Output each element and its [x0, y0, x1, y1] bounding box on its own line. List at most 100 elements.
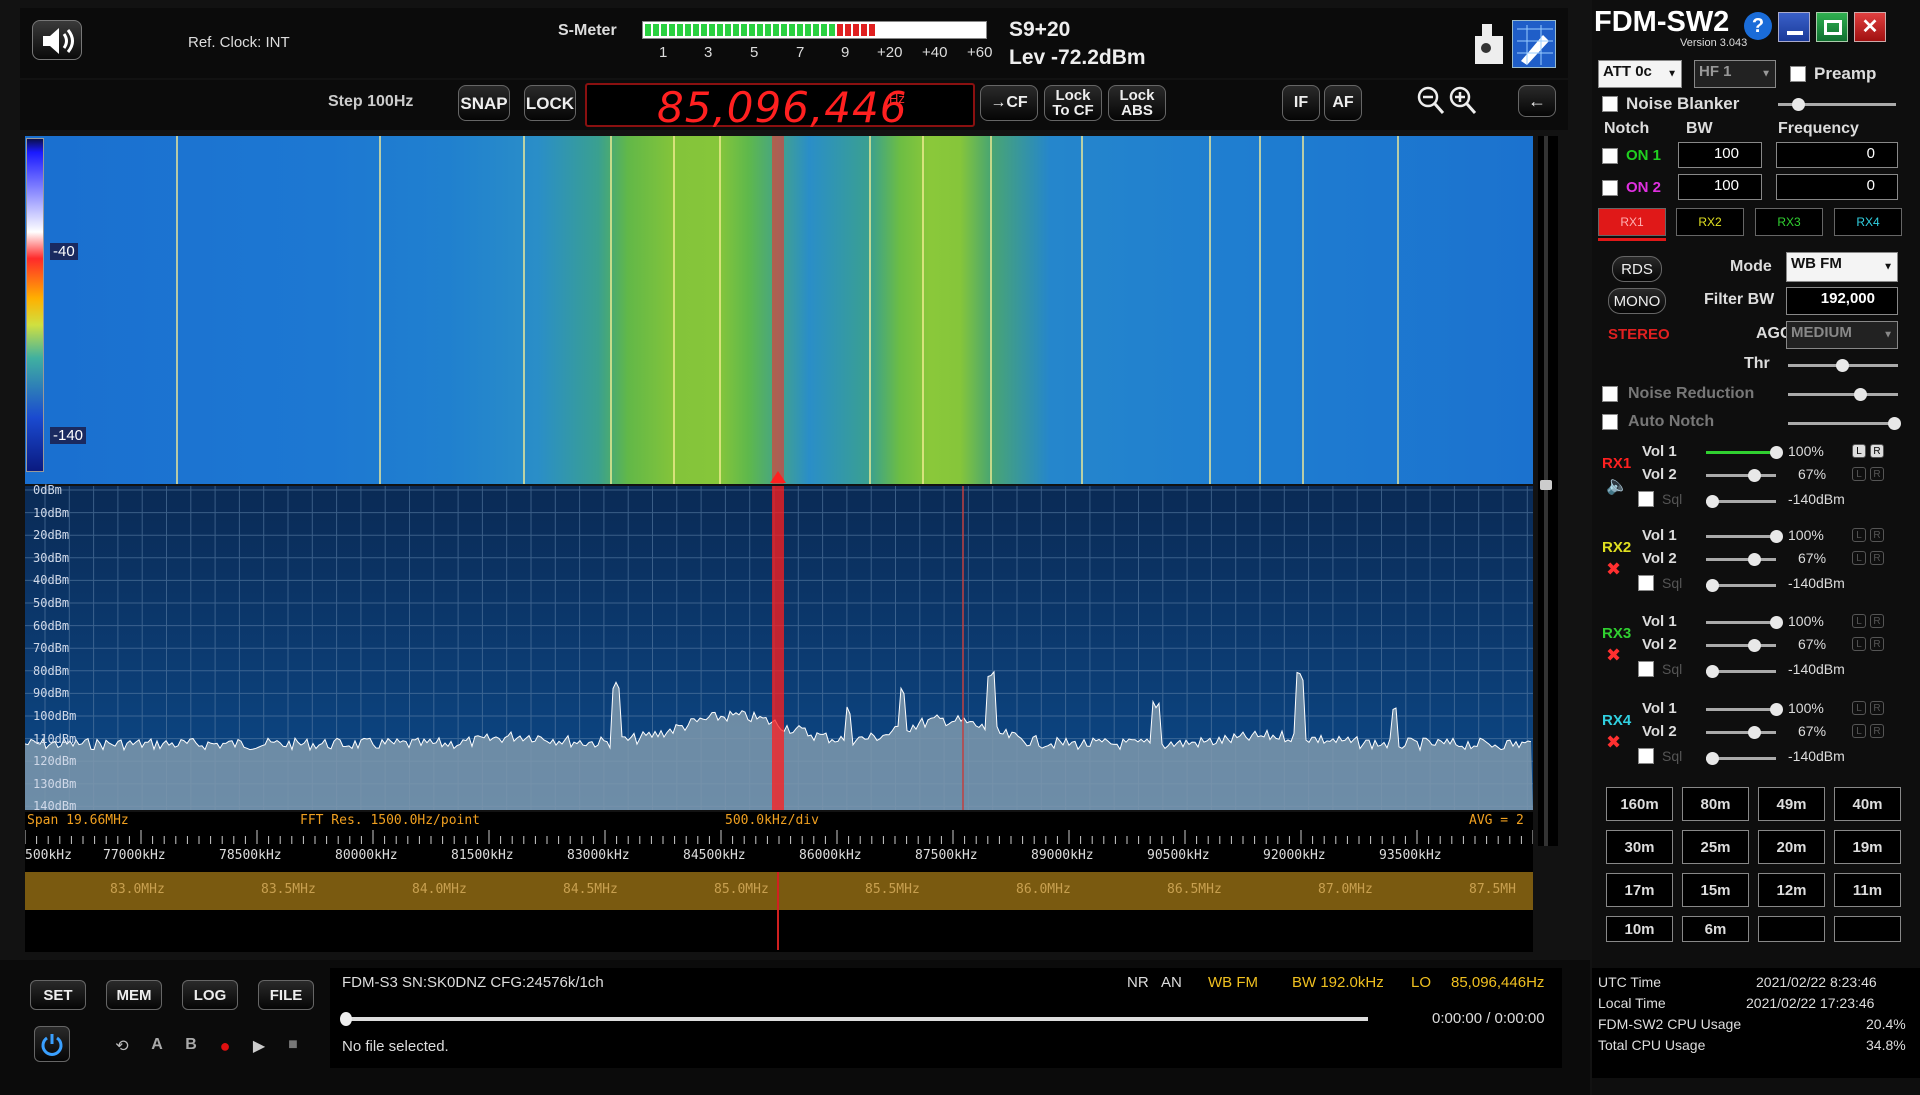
rx3-tab[interactable]: RX3 — [1755, 208, 1823, 236]
left-channel-toggle[interactable]: L — [1852, 614, 1866, 628]
slider-knob[interactable] — [1706, 495, 1719, 508]
b-marker-icon[interactable]: B — [178, 1036, 204, 1060]
vertical-scrollbar[interactable] — [1538, 136, 1558, 846]
spectrum-display[interactable]: 0dBm 10dBm 20dBm 30dBm 40dBm 50dBm 60dBm 70dBm 8… — [25, 483, 1533, 813]
band-button-11m[interactable]: 11m — [1834, 873, 1901, 907]
left-channel-toggle[interactable]: L — [1852, 467, 1866, 481]
slider-knob[interactable] — [1706, 752, 1719, 765]
squelch-checkbox[interactable] — [1638, 491, 1654, 507]
left-channel-toggle[interactable]: L — [1852, 701, 1866, 715]
noise-blanker-checkbox[interactable] — [1602, 96, 1618, 112]
slider-knob[interactable] — [1748, 639, 1761, 652]
left-channel-toggle[interactable]: L — [1852, 637, 1866, 651]
band-button-49m[interactable]: 49m — [1758, 787, 1825, 821]
help-icon[interactable]: ? — [1744, 12, 1772, 40]
file-button[interactable]: FILE — [258, 980, 314, 1010]
vol1-slider[interactable] — [1706, 446, 1783, 459]
step-label[interactable]: Step 100Hz — [328, 93, 413, 111]
notch1-freq-input[interactable]: 0 — [1776, 142, 1898, 168]
rx2-tab[interactable]: RX2 — [1676, 208, 1744, 236]
mute-icon[interactable]: ✖ — [1606, 645, 1621, 666]
speaker-button[interactable] — [32, 20, 82, 60]
vol2-slider[interactable] — [1706, 469, 1776, 482]
band-button-17m[interactable]: 17m — [1606, 873, 1673, 907]
slider-knob[interactable] — [1748, 726, 1761, 739]
vol2-slider[interactable] — [1706, 726, 1776, 739]
vol1-slider[interactable] — [1706, 616, 1783, 629]
filter-bw-input[interactable]: 192,000 — [1786, 287, 1898, 315]
speaker-icon[interactable]: 🔈 — [1606, 475, 1628, 496]
band-button-160m[interactable]: 160m — [1606, 787, 1673, 821]
slider-knob[interactable] — [1706, 579, 1719, 592]
frequency-display[interactable]: 85,096,446 Hz — [585, 83, 975, 132]
squelch-slider[interactable] — [1706, 752, 1776, 765]
vol2-slider[interactable] — [1706, 553, 1776, 566]
rx4-tab[interactable]: RX4 — [1834, 208, 1902, 236]
slider-knob[interactable] — [1770, 530, 1783, 543]
to-cf-button[interactable]: →CF — [980, 85, 1038, 121]
squelch-checkbox[interactable] — [1638, 575, 1654, 591]
slider-knob[interactable] — [1770, 446, 1783, 459]
mode-select[interactable]: WB FM ▼ — [1786, 252, 1898, 282]
loop-icon[interactable]: ⟲ — [108, 1036, 136, 1060]
squelch-checkbox[interactable] — [1638, 661, 1654, 677]
band-button-6m[interactable]: 6m — [1682, 916, 1749, 942]
playback-slider[interactable] — [340, 1012, 1368, 1026]
slider-knob[interactable] — [1770, 616, 1783, 629]
agc-select[interactable]: MEDIUM ▼ — [1786, 321, 1898, 349]
vol2-slider[interactable] — [1706, 639, 1776, 652]
squelch-slider[interactable] — [1706, 579, 1776, 592]
lock-abs-button[interactable]: Lock ABS — [1108, 85, 1166, 121]
mono-button[interactable]: MONO — [1608, 288, 1666, 314]
if-button[interactable]: IF — [1282, 85, 1320, 121]
band-button-blank[interactable] — [1758, 916, 1825, 942]
rx1-tab[interactable]: RX1 — [1598, 208, 1666, 236]
notch1-checkbox[interactable] — [1602, 148, 1618, 164]
playback-knob[interactable] — [340, 1012, 352, 1026]
band-button-10m[interactable]: 10m — [1606, 916, 1673, 942]
notch2-freq-input[interactable]: 0 — [1776, 174, 1898, 200]
band-button-25m[interactable]: 25m — [1682, 830, 1749, 864]
settings-tool-icon[interactable] — [1512, 20, 1556, 68]
close-button[interactable]: ✕ — [1854, 12, 1886, 42]
left-channel-toggle[interactable]: L — [1852, 551, 1866, 565]
notch2-bw-input[interactable]: 100 — [1678, 174, 1762, 200]
slider-knob[interactable] — [1792, 98, 1805, 111]
a-marker-icon[interactable]: A — [144, 1036, 170, 1060]
zoom-out-icon[interactable] — [1416, 84, 1446, 118]
left-channel-toggle[interactable]: L — [1852, 724, 1866, 738]
right-channel-toggle[interactable]: R — [1870, 551, 1884, 565]
right-channel-toggle[interactable]: R — [1870, 701, 1884, 715]
mute-icon[interactable]: ✖ — [1606, 732, 1621, 753]
slider-knob[interactable] — [1770, 703, 1783, 716]
slider-knob[interactable] — [1854, 388, 1867, 401]
notch2-checkbox[interactable] — [1602, 180, 1618, 196]
snap-button[interactable]: SNAP — [458, 85, 510, 121]
squelch-slider[interactable] — [1706, 495, 1776, 508]
right-channel-toggle[interactable]: R — [1870, 614, 1884, 628]
mute-icon[interactable]: ✖ — [1606, 559, 1621, 580]
notch1-bw-input[interactable]: 100 — [1678, 142, 1762, 168]
slider-knob[interactable] — [1748, 469, 1761, 482]
right-channel-toggle[interactable]: R — [1870, 444, 1884, 458]
noise-blanker-slider[interactable] — [1778, 98, 1896, 111]
noise-reduction-checkbox[interactable] — [1602, 386, 1618, 402]
slider-knob[interactable] — [1888, 417, 1901, 430]
lock-to-cf-button[interactable]: Lock To CF — [1044, 85, 1102, 121]
threshold-slider[interactable] — [1788, 359, 1898, 372]
att-select[interactable]: ATT 0c ▼ — [1598, 60, 1682, 88]
left-channel-toggle[interactable]: L — [1852, 444, 1866, 458]
squelch-checkbox[interactable] — [1638, 748, 1654, 764]
band-button-19m[interactable]: 19m — [1834, 830, 1901, 864]
band-button-blank[interactable] — [1834, 916, 1901, 942]
slider-knob[interactable] — [1748, 553, 1761, 566]
vol1-slider[interactable] — [1706, 530, 1783, 543]
minimize-button[interactable] — [1778, 12, 1810, 42]
play-icon[interactable]: ▶ — [246, 1036, 272, 1060]
band-button-30m[interactable]: 30m — [1606, 830, 1673, 864]
band-button-15m[interactable]: 15m — [1682, 873, 1749, 907]
tuning-range-band[interactable]: 83.0MHz 83.5MHz 84.0MHz 84.5MHz 85.0MHz 85.5M… — [25, 872, 1533, 910]
right-channel-toggle[interactable]: R — [1870, 724, 1884, 738]
band-button-20m[interactable]: 20m — [1758, 830, 1825, 864]
power-button[interactable] — [34, 1026, 70, 1062]
